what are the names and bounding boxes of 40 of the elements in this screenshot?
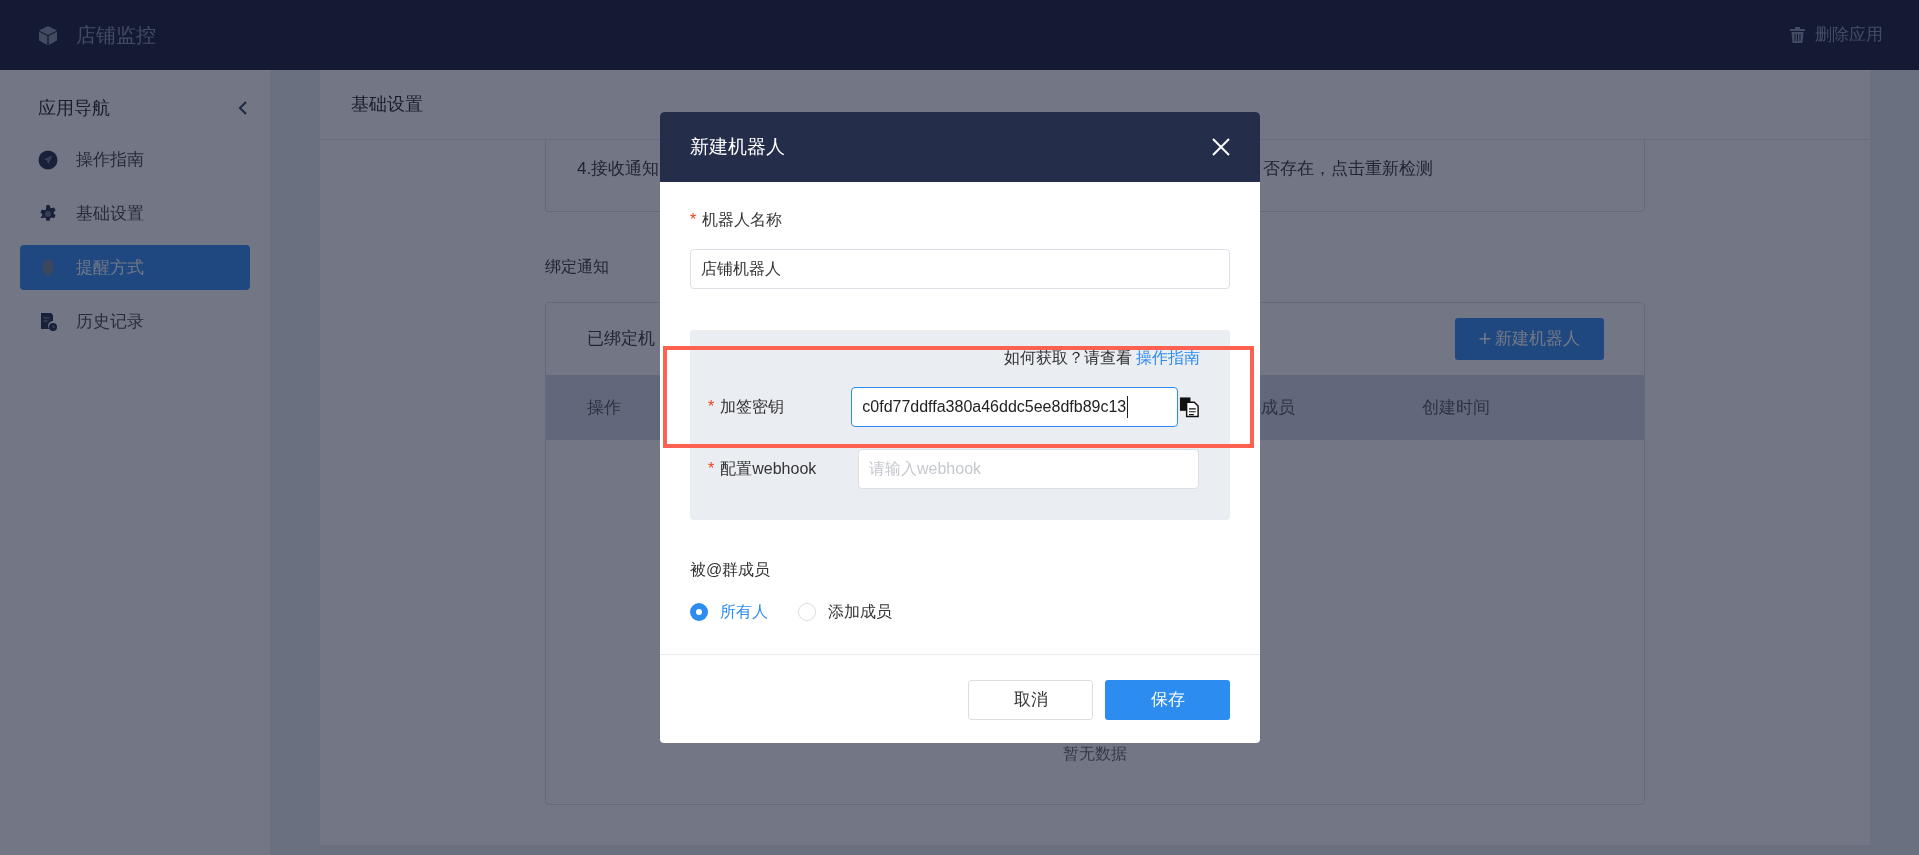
document-clock-icon xyxy=(38,311,58,332)
cube-icon xyxy=(38,24,58,46)
copy-icon[interactable] xyxy=(1179,396,1200,418)
cancel-button[interactable]: 取消 xyxy=(968,680,1093,720)
empty-text: 暂无数据 xyxy=(1063,744,1127,764)
guide-link[interactable]: 操作指南 xyxy=(1136,349,1200,366)
notice-text: 否存在，点击重新检测 xyxy=(1263,158,1433,180)
radio-option[interactable]: 所有人 xyxy=(690,600,768,624)
webhook-field[interactable]: 请输入webhook xyxy=(858,449,1199,489)
collapse-chevron-icon[interactable] xyxy=(238,100,248,116)
radio-icon xyxy=(690,603,708,621)
secret-field[interactable]: c0fd77ddffa380a46ddc5ee8dfb89c13 xyxy=(851,387,1178,427)
trash-icon xyxy=(1790,27,1805,43)
field-label: 被@群成员 xyxy=(690,560,771,580)
field-label: * 加签密钥 xyxy=(708,398,785,415)
sidebar-item[interactable]: 历史记录 xyxy=(20,299,250,344)
radio-icon xyxy=(798,603,816,621)
sidebar-item[interactable]: 操作指南 xyxy=(20,137,250,182)
dialog-title: 新建机器人 xyxy=(690,134,785,159)
sidebar-item[interactable]: 提醒方式 xyxy=(20,245,250,290)
help-text: 如何获取？请查看 操作指南 xyxy=(1003,348,1200,368)
notice-text: 4.接收通知 xyxy=(577,158,661,180)
close-icon[interactable] xyxy=(1212,138,1230,156)
sidebar-item[interactable]: 基础设置 xyxy=(20,191,250,236)
column-header: 操作 xyxy=(587,397,621,417)
radio-option[interactable]: 添加成员 xyxy=(798,600,892,624)
section-title: 绑定通知 xyxy=(545,257,609,277)
card-title: 基础设置 xyxy=(351,93,423,116)
name-field[interactable]: 店铺机器人 xyxy=(690,249,1230,289)
sidebar-title: 应用导航 xyxy=(38,96,110,120)
bell-icon xyxy=(38,257,58,278)
save-button[interactable]: 保存 xyxy=(1105,680,1230,720)
new-robot-button[interactable]: + 新建机器人 xyxy=(1455,318,1604,360)
field-label: * 配置webhook xyxy=(708,460,817,477)
field-label: * 机器人名称 xyxy=(690,211,783,228)
column-header: 成员 xyxy=(1261,397,1295,417)
paper-plane-icon xyxy=(38,149,58,170)
column-header: 创建时间 xyxy=(1422,397,1490,417)
gear-icon xyxy=(38,203,58,224)
table-title: 已绑定机 xyxy=(587,328,655,351)
